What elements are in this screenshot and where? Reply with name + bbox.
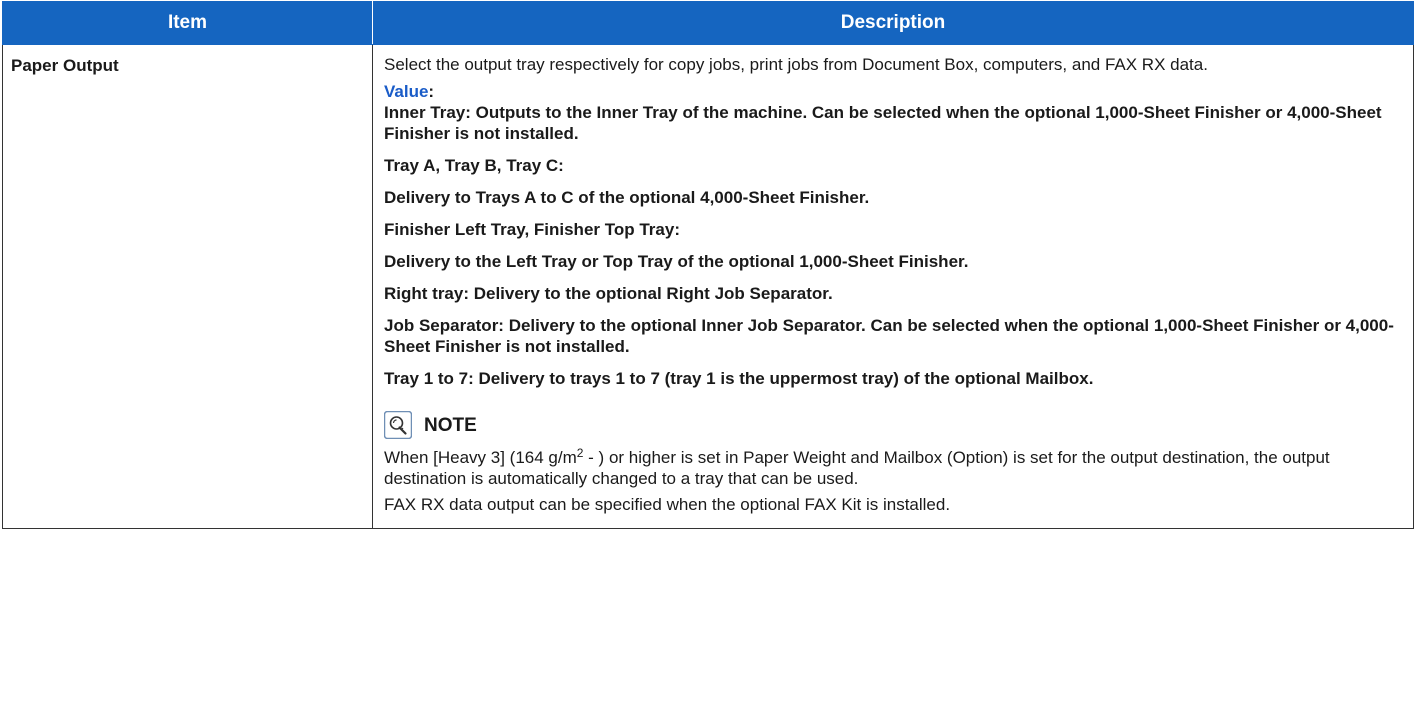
value-item: Finisher Left Tray, Finisher Top Tray: — [384, 220, 680, 239]
note-lightbulb-icon — [384, 411, 412, 439]
value-item: Delivery to the Left Tray or Top Tray of… — [384, 252, 969, 271]
description-cell: Select the output tray respectively for … — [372, 44, 1414, 529]
note-box: NOTE When [Heavy 3] (164 g/m2 - ) or hig… — [384, 411, 1403, 515]
header-description: Description — [372, 1, 1414, 45]
value-item: Right tray: Delivery to the optional Rig… — [384, 284, 833, 303]
note-text-before: When [Heavy 3] (164 g/m — [384, 448, 577, 467]
value-item: Inner Tray: Outputs to the Inner Tray of… — [384, 103, 1382, 143]
item-cell: Paper Output — [2, 44, 373, 529]
value-label: Value — [384, 82, 429, 101]
value-list: Inner Tray: Outputs to the Inner Tray of… — [384, 102, 1403, 389]
note-title: NOTE — [424, 414, 477, 436]
header-item: Item — [2, 1, 373, 45]
value-item: Delivery to Trays A to C of the optional… — [384, 188, 870, 207]
note-header: NOTE — [384, 411, 1403, 439]
value-item: Job Separator: Delivery to the optional … — [384, 316, 1394, 356]
value-colon: : — [428, 82, 435, 101]
note-paragraph-fax: FAX RX data output can be specified when… — [384, 495, 951, 514]
settings-table: Item Description Paper Output Select the… — [2, 1, 1414, 529]
item-name: Paper Output — [11, 56, 119, 75]
table-row: Paper Output Select the output tray resp… — [2, 44, 1414, 529]
table-header-row: Item Description — [2, 1, 1414, 45]
value-item: Tray A, Tray B, Tray C: — [384, 156, 564, 175]
note-paragraph-weight: When [Heavy 3] (164 g/m2 - ) or higher i… — [384, 447, 1403, 489]
description-intro: Select the output tray respectively for … — [384, 55, 1208, 74]
value-item: Tray 1 to 7: Delivery to trays 1 to 7 (t… — [384, 369, 1094, 388]
value-heading: Value: — [384, 81, 1403, 102]
